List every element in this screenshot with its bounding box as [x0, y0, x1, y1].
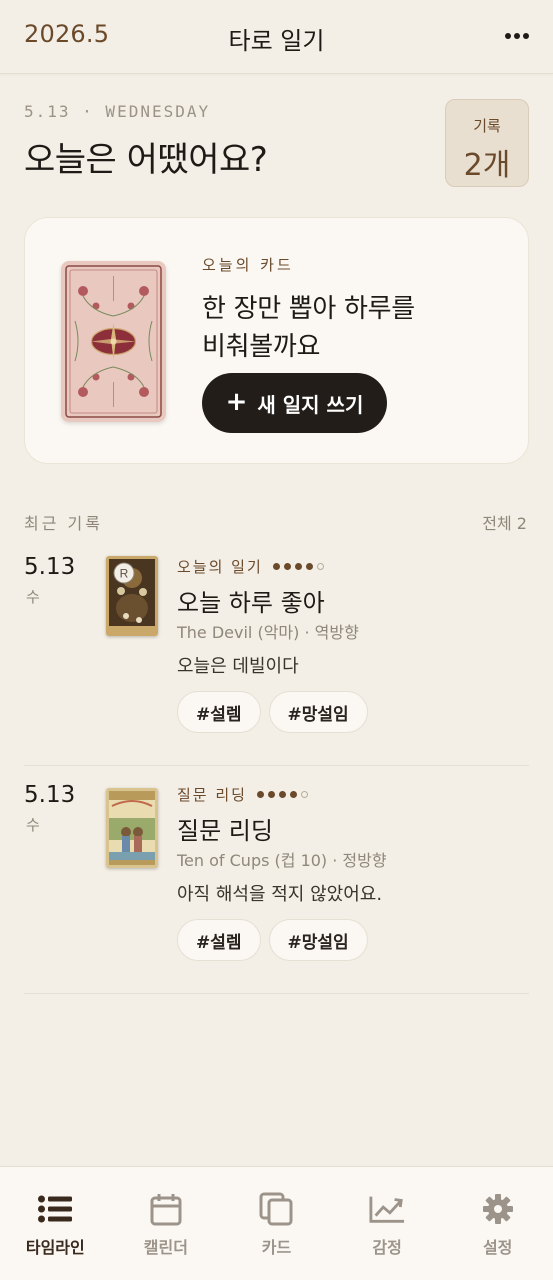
entry-date: 5.13: [24, 554, 76, 580]
rating-dot-filled: [278, 791, 286, 798]
rating-dot-filled: [294, 563, 302, 570]
emotion-tag[interactable]: #망설임: [268, 919, 368, 961]
record-count-badge: 기록 2개: [445, 99, 529, 187]
rating-dot-filled: [305, 563, 313, 570]
rating-dot-filled: [256, 791, 264, 798]
mood-rating: [256, 791, 308, 798]
rating-dot-filled: [283, 563, 291, 570]
journal-entry[interactable]: 5.13 수 R 오늘의 일기 오늘 하루 좋아 The Devil (악마) …: [24, 540, 529, 766]
tab-settings[interactable]: 설정: [442, 1167, 553, 1280]
entry-tags: #설렘 #망설임: [177, 691, 368, 733]
today-card-label: 오늘의 카드: [202, 256, 294, 274]
recent-records-label: 최근 기록: [24, 514, 103, 533]
entry-weekday: 수: [26, 588, 40, 606]
mood-rating: [272, 563, 324, 570]
rating-dot-filled: [272, 563, 280, 570]
today-card-prompt-line2: 비춰볼까요: [202, 332, 321, 362]
rating-dot-empty: [316, 563, 324, 570]
tab-timeline[interactable]: 타임라인: [0, 1167, 111, 1280]
today-date: 5.13 · WEDNESDAY: [24, 102, 211, 121]
entry-title: 질문 리딩: [177, 817, 273, 845]
tab-cards[interactable]: 카드: [221, 1167, 332, 1280]
entry-card-name: The Devil (악마) · 역방향: [177, 623, 359, 642]
timeline-list-icon: [37, 1191, 73, 1227]
entry-type: 오늘의 일기: [177, 558, 263, 576]
record-count-label: 기록: [473, 117, 501, 135]
bottom-tab-bar: 타임라인 캘린더 카드 감정 설정: [0, 1166, 553, 1280]
record-count-value: 2개: [463, 148, 511, 183]
entry-note: 오늘은 데빌이다: [177, 656, 299, 677]
tarot-card-back-image[interactable]: [61, 261, 166, 422]
entry-type-row: 오늘의 일기: [177, 556, 324, 577]
tab-label: 캘린더: [143, 1238, 188, 1257]
page-title: 오늘은 어땠어요?: [24, 140, 268, 180]
reversed-badge: R: [120, 567, 129, 581]
entry-type-row: 질문 리딩: [177, 784, 308, 805]
tarot-card-thumbnail: [106, 788, 158, 868]
tab-label: 카드: [261, 1238, 292, 1257]
tab-label: 감정: [372, 1238, 402, 1257]
journal-entry[interactable]: 5.13 수 질문 리딩 질문 리딩 Ten of Cups (컵 10) · …: [24, 768, 529, 994]
entry-type: 질문 리딩: [177, 786, 247, 804]
today-card-panel: 오늘의 카드 한 장만 뽑아 하루를 비춰볼까요 + 새 일지 쓰기: [24, 217, 529, 464]
cards-icon: [258, 1191, 294, 1227]
today-card-prompt-line1: 한 장만 뽑아 하루를: [202, 294, 415, 324]
tab-calendar[interactable]: 캘린더: [111, 1167, 222, 1280]
entry-tags: #설렘 #망설임: [177, 919, 368, 961]
entry-weekday: 수: [26, 816, 40, 834]
entry-note: 아직 해석을 적지 않았어요.: [177, 884, 383, 905]
emotion-tag[interactable]: #설렘: [177, 919, 261, 961]
entry-title: 오늘 하루 좋아: [177, 589, 325, 617]
app-header: 2026.5 타로 일기: [0, 0, 553, 74]
rating-dot-empty: [300, 791, 308, 798]
chart-line-icon: [369, 1191, 405, 1227]
tab-label: 타임라인: [25, 1238, 85, 1257]
new-entry-button-label: 새 일지 쓰기: [257, 392, 364, 417]
rating-dot-filled: [289, 791, 297, 798]
total-records-link[interactable]: 전체 2: [482, 510, 527, 534]
tab-label: 설정: [482, 1238, 513, 1257]
entry-card-name: Ten of Cups (컵 10) · 정방향: [177, 851, 387, 870]
more-horizontal-icon[interactable]: [499, 22, 535, 50]
tab-emotion[interactable]: 감정: [332, 1167, 443, 1280]
entry-date: 5.13: [24, 782, 76, 808]
new-entry-button[interactable]: + 새 일지 쓰기: [202, 373, 387, 433]
emotion-tag[interactable]: #망설임: [268, 691, 368, 733]
rating-dot-filled: [267, 791, 275, 798]
emotion-tag[interactable]: #설렘: [177, 691, 261, 733]
app-root: 2026.5 타로 일기 5.13 · WEDNESDAY 오늘은 어땠어요? …: [0, 0, 553, 1280]
plus-icon: +: [225, 387, 248, 417]
month-selector[interactable]: 2026.5: [24, 20, 109, 48]
tarot-card-thumbnail: R: [106, 556, 158, 636]
calendar-icon: [148, 1191, 184, 1227]
gear-icon: [480, 1191, 516, 1227]
